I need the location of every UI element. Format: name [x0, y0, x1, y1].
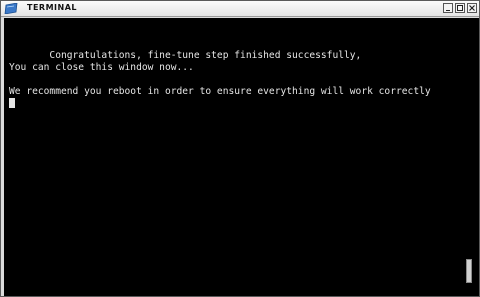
terminal-text: Congratulations, fine-tune step finished… [9, 50, 431, 98]
window-title: TERMINAL [27, 3, 78, 12]
minimize-icon [446, 10, 450, 11]
terminal-line: You can close this window now... [9, 62, 194, 73]
text-cursor [9, 98, 15, 108]
vertical-scrollbar[interactable] [463, 18, 477, 294]
maximize-icon [457, 5, 463, 11]
close-icon [469, 5, 475, 11]
minimize-button[interactable] [443, 3, 453, 13]
terminal-icon [4, 3, 18, 14]
scrollbar-thumb[interactable] [466, 259, 472, 283]
terminal-line: Congratulations, fine-tune step finished… [9, 50, 362, 61]
terminal-window: TERMINAL Congratulations, fine-tune step… [0, 0, 480, 297]
title-bar[interactable]: TERMINAL [1, 1, 479, 17]
terminal-output[interactable]: Congratulations, fine-tune step finished… [4, 18, 479, 296]
terminal-line: We recommend you reboot in order to ensu… [9, 86, 431, 97]
maximize-button[interactable] [455, 3, 465, 13]
close-button[interactable] [467, 3, 477, 13]
